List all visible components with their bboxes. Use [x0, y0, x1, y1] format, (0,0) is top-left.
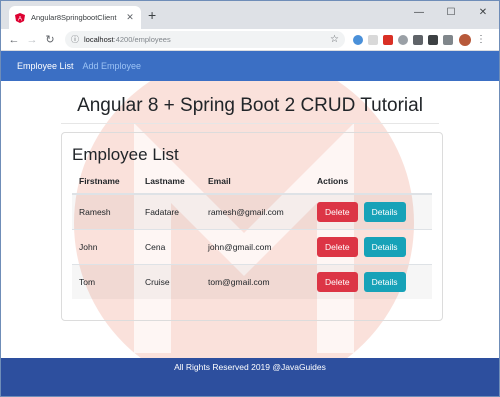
close-window-icon[interactable]: ✕ [467, 1, 499, 23]
extension-icon[interactable] [353, 34, 363, 45]
details-button[interactable]: Details [363, 201, 406, 222]
cell-actions: Delete Details [310, 263, 432, 299]
browser-tab[interactable]: A Angular8SpringbootClient ✕ [9, 6, 141, 29]
cell-lastname: Cruise [138, 263, 201, 299]
delete-button[interactable]: Delete [317, 201, 358, 222]
extension-icon[interactable] [383, 34, 393, 45]
page-content: Employee List Add Employee Angular 8 + S… [1, 51, 499, 396]
tab-title: Angular8SpringbootClient [31, 13, 117, 22]
extension-icon[interactable] [428, 34, 438, 45]
url-host: localhost [84, 35, 114, 44]
details-button[interactable]: Details [363, 271, 406, 292]
window-controls: — ☐ ✕ [403, 1, 499, 23]
browser-window: A Angular8SpringbootClient ✕ + — ☐ ✕ ← →… [0, 0, 500, 397]
extensions-area [353, 34, 453, 45]
employee-list-card: Employee List Firstname Lastname Email A… [61, 132, 443, 321]
column-header-actions: Actions [310, 171, 432, 195]
card-title: Employee List [72, 145, 179, 164]
back-icon[interactable]: ← [5, 34, 23, 46]
browser-menu-icon[interactable]: ⋮ [476, 34, 486, 45]
employee-table: Firstname Lastname Email Actions Ramesh … [72, 171, 432, 299]
table-header-row: Firstname Lastname Email Actions [72, 171, 432, 195]
delete-button[interactable]: Delete [317, 236, 358, 257]
cell-email: tom@gmail.com [201, 263, 310, 299]
tab-strip: A Angular8SpringbootClient ✕ + — ☐ ✕ [1, 1, 499, 29]
cell-actions: Delete Details [310, 193, 432, 229]
cell-lastname: Fadatare [138, 193, 201, 229]
cell-firstname: John [72, 228, 138, 264]
heading-divider [61, 123, 439, 124]
cell-firstname: Tom [72, 263, 138, 299]
delete-button[interactable]: Delete [317, 271, 358, 292]
column-header-firstname: Firstname [72, 171, 138, 195]
footer-text: All Rights Reserved 2019 @JavaGuides [174, 362, 326, 372]
cell-actions: Delete Details [310, 228, 432, 264]
address-bar[interactable]: ⓘ localhost:4200/employees ☆ [65, 31, 345, 48]
reload-icon[interactable]: ↻ [41, 33, 59, 46]
extension-icon[interactable] [413, 34, 423, 45]
maximize-icon[interactable]: ☐ [435, 1, 467, 23]
cell-firstname: Ramesh [72, 193, 138, 229]
tab-close-icon[interactable]: ✕ [125, 12, 135, 23]
url-path: :4200/employees [113, 35, 171, 44]
extension-icon[interactable] [398, 34, 408, 45]
angular-icon: A [15, 12, 25, 23]
cell-lastname: Cena [138, 228, 201, 264]
minimize-icon[interactable]: — [403, 1, 435, 23]
forward-icon[interactable]: → [23, 34, 41, 46]
page-heading: Angular 8 + Spring Boot 2 CRUD Tutorial [77, 95, 423, 116]
cell-email: ramesh@gmail.com [201, 193, 310, 229]
nav-add-employee[interactable]: Add Employee [83, 61, 142, 71]
svg-text:A: A [18, 16, 22, 22]
column-header-lastname: Lastname [138, 171, 201, 195]
table-row: John Cena john@gmail.com Delete Details [72, 228, 432, 264]
new-tab-icon[interactable]: + [148, 7, 156, 23]
table-row: Ramesh Fadatare ramesh@gmail.com Delete D… [72, 193, 432, 229]
site-info-icon[interactable]: ⓘ [71, 34, 79, 45]
extension-icon[interactable] [368, 34, 378, 45]
bookmark-star-icon[interactable]: ☆ [330, 34, 339, 45]
page-footer: All Rights Reserved 2019 @JavaGuides [1, 358, 499, 396]
camera-icon[interactable] [443, 34, 453, 45]
profile-avatar[interactable] [459, 33, 471, 46]
browser-toolbar: ← → ↻ ⓘ localhost:4200/employees ☆ ⋮ [1, 29, 499, 51]
cell-email: john@gmail.com [201, 228, 310, 264]
app-navbar: Employee List Add Employee [1, 51, 499, 81]
table-row: Tom Cruise tom@gmail.com Delete Details [72, 263, 432, 299]
details-button[interactable]: Details [363, 236, 406, 257]
nav-employee-list[interactable]: Employee List [17, 61, 74, 71]
column-header-email: Email [201, 171, 310, 195]
